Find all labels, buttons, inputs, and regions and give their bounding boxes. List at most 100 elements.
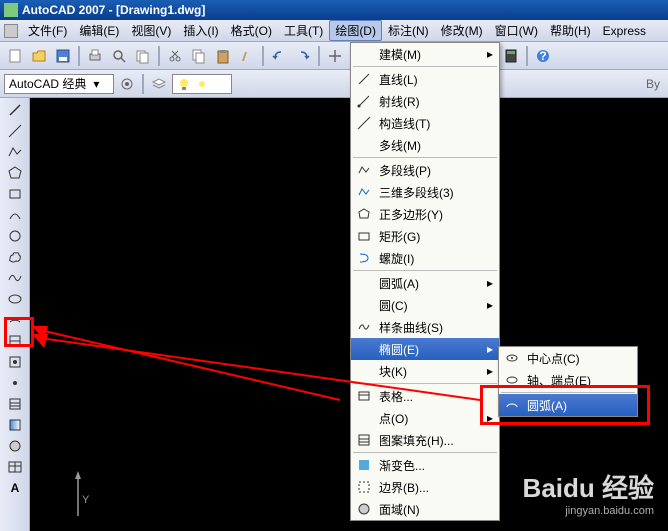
menu-separator bbox=[353, 270, 497, 271]
spline-tool[interactable] bbox=[4, 268, 26, 288]
menu-insert[interactable]: 插入(I) bbox=[177, 20, 224, 41]
separator bbox=[262, 46, 264, 66]
menu-view[interactable]: 视图(V) bbox=[125, 20, 177, 41]
mline-item[interactable]: 多线(M) bbox=[351, 134, 499, 156]
hatch-item[interactable]: 图案填充(H)... bbox=[351, 429, 499, 451]
polyline-tool[interactable] bbox=[4, 142, 26, 162]
menu-draw[interactable]: 绘图(D) bbox=[329, 20, 382, 41]
arc-item[interactable]: 圆弧(A)▸ bbox=[351, 272, 499, 294]
modeling-item[interactable]: 建模(M)▸ bbox=[351, 43, 499, 65]
polygon-icon bbox=[355, 205, 373, 223]
open-button[interactable] bbox=[28, 45, 50, 67]
makeblock-tool[interactable] bbox=[4, 352, 26, 372]
point-tool[interactable] bbox=[4, 373, 26, 393]
xline-tool[interactable] bbox=[4, 121, 26, 141]
submenu-arrow-icon: ▸ bbox=[487, 364, 493, 378]
gradient-item[interactable]: 渐变色... bbox=[351, 454, 499, 476]
workspace-combo[interactable]: AutoCAD 经典 ▾ bbox=[4, 74, 114, 94]
save-button[interactable] bbox=[52, 45, 74, 67]
blank-icon bbox=[355, 362, 373, 380]
block-item[interactable]: 块(K)▸ bbox=[351, 360, 499, 382]
ellipse-item[interactable]: 椭圆(E)▸ bbox=[351, 338, 499, 360]
menu-file[interactable]: 文件(F) bbox=[22, 20, 73, 41]
table-tool[interactable] bbox=[4, 457, 26, 477]
control-icon[interactable] bbox=[4, 24, 18, 38]
gradient-tool[interactable] bbox=[4, 415, 26, 435]
separator bbox=[142, 74, 144, 94]
new-button[interactable] bbox=[4, 45, 26, 67]
arc-tool[interactable] bbox=[4, 205, 26, 225]
ellipse-arc-item[interactable]: 圆弧(A) bbox=[499, 394, 637, 416]
submenu-arrow-icon: ▸ bbox=[487, 298, 493, 312]
preview-button[interactable] bbox=[108, 45, 130, 67]
workspace-settings-button[interactable] bbox=[116, 73, 138, 95]
menu-window[interactable]: 窗口(W) bbox=[489, 20, 544, 41]
pline-item[interactable]: 多段线(P) bbox=[351, 159, 499, 181]
menu-edit[interactable]: 编辑(E) bbox=[73, 20, 125, 41]
revcloud-tool[interactable] bbox=[4, 247, 26, 267]
menu-separator bbox=[501, 392, 635, 393]
ray-icon bbox=[355, 92, 373, 110]
lightbulb-icon bbox=[177, 77, 191, 91]
layer-combo[interactable] bbox=[172, 74, 232, 94]
table-icon bbox=[355, 387, 373, 405]
draw-menu-dropdown: 建模(M)▸ 直线(L) 射线(R) 构造线(T) 多线(M) 多段线(P) 三… bbox=[350, 42, 500, 521]
region-tool[interactable] bbox=[4, 436, 26, 456]
point-item[interactable]: 点(O)▸ bbox=[351, 407, 499, 429]
line-icon bbox=[355, 70, 373, 88]
blank-icon bbox=[355, 340, 373, 358]
center-item[interactable]: 中心点(C) bbox=[499, 347, 637, 369]
table-item[interactable]: 表格... bbox=[351, 385, 499, 407]
svg-text:A: A bbox=[10, 481, 19, 495]
circle-item[interactable]: 圆(C)▸ bbox=[351, 294, 499, 316]
menu-format[interactable]: 格式(O) bbox=[225, 20, 278, 41]
menu-dimension[interactable]: 标注(N) bbox=[382, 20, 435, 41]
publish-button[interactable] bbox=[132, 45, 154, 67]
menu-help[interactable]: 帮助(H) bbox=[544, 20, 597, 41]
menu-modify[interactable]: 修改(M) bbox=[435, 20, 489, 41]
ellipse-tool[interactable] bbox=[4, 289, 26, 309]
xline-icon bbox=[355, 114, 373, 132]
xline-item[interactable]: 构造线(T) bbox=[351, 112, 499, 134]
spline-item[interactable]: 样条曲线(S) bbox=[351, 316, 499, 338]
block-tool[interactable] bbox=[4, 331, 26, 351]
pline-icon bbox=[355, 161, 373, 179]
region-item[interactable]: 面域(N) bbox=[351, 498, 499, 520]
undo-button[interactable] bbox=[268, 45, 290, 67]
print-button[interactable] bbox=[84, 45, 106, 67]
match-button[interactable] bbox=[236, 45, 258, 67]
copy-button[interactable] bbox=[188, 45, 210, 67]
line-tool[interactable] bbox=[4, 100, 26, 120]
title-bar: AutoCAD 2007 - [Drawing1.dwg] bbox=[0, 0, 668, 20]
rectangle-icon bbox=[355, 227, 373, 245]
ray-item[interactable]: 射线(R) bbox=[351, 90, 499, 112]
pan-button[interactable] bbox=[324, 45, 346, 67]
workspace: A Y bbox=[0, 98, 668, 531]
circle-tool[interactable] bbox=[4, 226, 26, 246]
line-item[interactable]: 直线(L) bbox=[351, 68, 499, 90]
text-tool[interactable]: A bbox=[4, 478, 26, 498]
hatch-tool[interactable] bbox=[4, 394, 26, 414]
ellipse-arc-icon bbox=[503, 396, 521, 414]
drawing-canvas[interactable]: Y bbox=[30, 98, 668, 531]
rectangle-tool[interactable] bbox=[4, 184, 26, 204]
polygon-item[interactable]: 正多边形(Y) bbox=[351, 203, 499, 225]
blank-icon bbox=[355, 409, 373, 427]
helix-item[interactable]: 螺旋(I) bbox=[351, 247, 499, 269]
secondary-toolbar: AutoCAD 经典 ▾ By bbox=[0, 70, 668, 98]
menu-express[interactable]: Express bbox=[597, 22, 652, 40]
polygon-tool[interactable] bbox=[4, 163, 26, 183]
cut-button[interactable] bbox=[164, 45, 186, 67]
menu-tools[interactable]: 工具(T) bbox=[278, 20, 329, 41]
title-text: AutoCAD 2007 - [Drawing1.dwg] bbox=[22, 3, 205, 17]
ellipse-arc-tool[interactable] bbox=[4, 310, 26, 330]
axis-end-item[interactable]: 轴、端点(E) bbox=[499, 369, 637, 391]
rectangle-item[interactable]: 矩形(G) bbox=[351, 225, 499, 247]
boundary-item[interactable]: 边界(B)... bbox=[351, 476, 499, 498]
redo-button[interactable] bbox=[292, 45, 314, 67]
calc-button[interactable] bbox=[500, 45, 522, 67]
help-button[interactable]: ? bbox=[532, 45, 554, 67]
layer-button[interactable] bbox=[148, 73, 170, 95]
paste-button[interactable] bbox=[212, 45, 234, 67]
3dpoly-item[interactable]: 三维多段线(3) bbox=[351, 181, 499, 203]
